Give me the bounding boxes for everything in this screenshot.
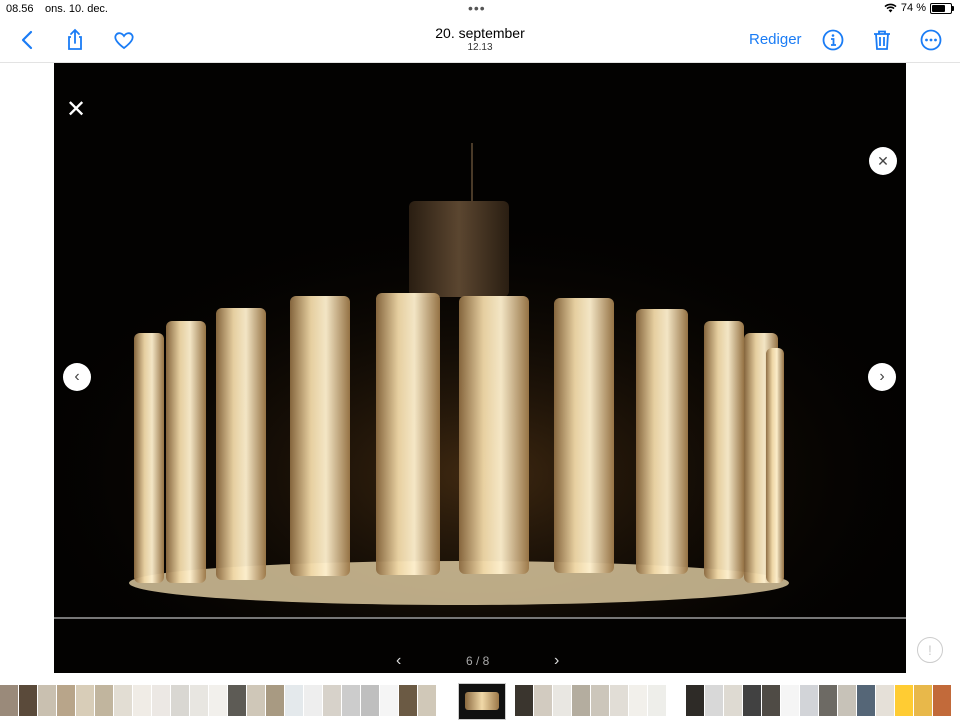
thumbnail[interactable] [95, 685, 113, 716]
thumbnail[interactable] [857, 685, 875, 716]
close-circle-icon[interactable]: ✕ [869, 147, 897, 175]
glass-tube [376, 293, 440, 575]
alert-icon[interactable]: ! [917, 637, 943, 663]
thumbnail[interactable] [399, 685, 417, 716]
thumbnail[interactable] [553, 685, 571, 716]
battery-icon [930, 2, 954, 14]
status-time: 08.56 [6, 3, 34, 15]
thumbnail[interactable] [515, 685, 533, 716]
thumbnail[interactable] [572, 685, 590, 716]
thumbnail[interactable] [285, 685, 303, 716]
chevron-right-icon[interactable]: › [868, 363, 896, 391]
thumbnail[interactable] [648, 685, 666, 716]
info-icon[interactable] [821, 28, 845, 52]
thumbnail[interactable] [705, 685, 723, 716]
pager-prev-icon[interactable]: ‹ [396, 652, 401, 670]
wifi-icon [884, 3, 897, 13]
thumbnail[interactable] [819, 685, 837, 716]
thumbnail[interactable] [57, 685, 75, 716]
thumbnail[interactable] [247, 685, 265, 716]
thumbnail[interactable] [152, 685, 170, 716]
thumbnail[interactable] [209, 685, 227, 716]
thumbnail[interactable] [876, 685, 894, 716]
thumbnail[interactable] [743, 685, 761, 716]
thumbnail[interactable] [762, 685, 780, 716]
thumbnail[interactable] [838, 685, 856, 716]
chevron-left-icon[interactable]: ‹ [63, 363, 91, 391]
glass-tube [704, 321, 744, 579]
thumbnail[interactable] [323, 685, 341, 716]
thumbnail-strip[interactable] [0, 681, 960, 720]
glass-tube [290, 296, 350, 576]
thumbnail[interactable] [781, 685, 799, 716]
multitasking-dots-icon[interactable]: ••• [468, 0, 486, 16]
trash-icon[interactable] [870, 28, 894, 52]
thumbnail[interactable] [19, 685, 37, 716]
glass-tube [554, 298, 614, 573]
pager-count: 6 / 8 [466, 654, 490, 668]
thumbnail[interactable] [38, 685, 56, 716]
glass-tube [766, 348, 784, 583]
photo-divider [54, 617, 906, 619]
thumbnail[interactable] [933, 685, 951, 716]
thumbnail[interactable] [591, 685, 609, 716]
thumbnail[interactable] [380, 685, 398, 716]
status-right: 74 % [884, 2, 954, 14]
thumbnail[interactable] [114, 685, 132, 716]
pager-next-icon[interactable]: › [554, 652, 559, 670]
thumbnail[interactable] [228, 685, 246, 716]
edit-button[interactable]: Rediger [749, 31, 802, 48]
thumbnail[interactable] [800, 685, 818, 716]
thumbnail[interactable] [342, 685, 360, 716]
thumbnail[interactable] [171, 685, 189, 716]
thumbnail[interactable] [629, 685, 647, 716]
thumbnail[interactable] [0, 685, 18, 716]
nav-subtitle: 12.13 [467, 42, 493, 53]
thumbnail[interactable] [667, 685, 685, 716]
photo-view[interactable] [54, 63, 906, 673]
glass-tube [636, 309, 688, 574]
thumbnail[interactable] [361, 685, 379, 716]
thumbnail-selected[interactable] [458, 683, 506, 720]
thumbnail[interactable] [190, 685, 208, 716]
glass-tube [134, 333, 164, 583]
thumbnail[interactable] [418, 685, 436, 716]
thumbnail[interactable] [895, 685, 913, 716]
thumbnail[interactable] [133, 685, 151, 716]
glass-tube [166, 321, 206, 583]
glass-tube [459, 296, 529, 574]
thumbnail[interactable] [610, 685, 628, 716]
thumbnail[interactable] [914, 685, 932, 716]
thumbnail[interactable] [724, 685, 742, 716]
chandelier-photo [54, 141, 906, 617]
thumbnail[interactable] [266, 685, 284, 716]
battery-percent: 74 % [900, 2, 926, 14]
more-icon[interactable] [919, 28, 943, 52]
thumbnail[interactable] [304, 685, 322, 716]
nav-bar: 20. september 12.13 Rediger [0, 18, 960, 63]
close-icon[interactable]: ✕ [66, 98, 86, 122]
thumbnail[interactable] [686, 685, 704, 716]
thumbnail[interactable] [76, 685, 94, 716]
glass-tube [216, 308, 266, 580]
status-date: ons. 10. dec. [45, 3, 108, 15]
status-bar: 08.56 ons. 10. dec. ••• 74 % [0, 0, 960, 18]
nav-title: 20. september [435, 25, 525, 41]
thumbnail[interactable] [534, 685, 552, 716]
